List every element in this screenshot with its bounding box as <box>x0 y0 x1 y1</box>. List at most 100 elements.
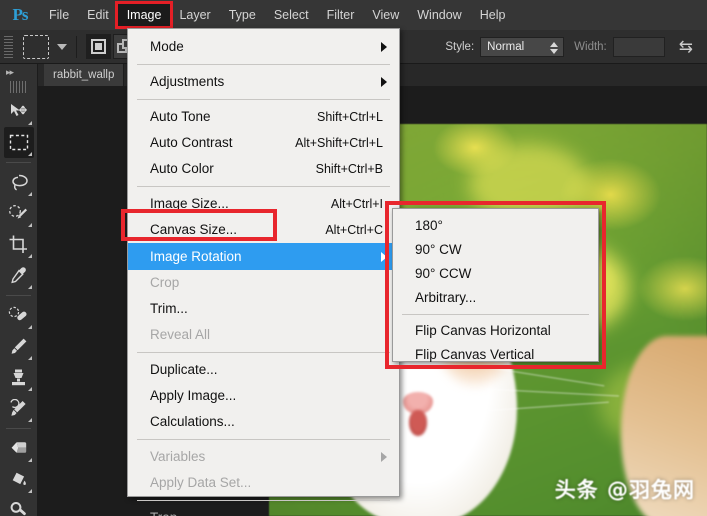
image-menu-item-separator <box>137 99 390 100</box>
history-brush-tool[interactable] <box>4 393 34 424</box>
tools-divider <box>6 428 31 429</box>
new-selection-button[interactable] <box>86 34 111 59</box>
menu-item-label: Canvas Size... <box>150 222 238 237</box>
submenu-arrow-icon <box>381 42 387 52</box>
menu-item-label: Mode <box>150 39 184 54</box>
watermark-text: 头条 @羽兔网 <box>554 478 695 502</box>
menu-item-label: Auto Contrast <box>150 135 233 150</box>
brush-tool[interactable] <box>4 331 34 362</box>
move-tool[interactable] <box>4 96 34 127</box>
rotation-item-flip-canvas-horizontal[interactable]: Flip Canvas Horizontal <box>393 319 598 343</box>
menu-file[interactable]: File <box>40 4 78 26</box>
image-menu-item-separator <box>137 500 390 501</box>
image-menu-item-auto-contrast[interactable]: Auto Contrast Alt+Shift+Ctrl+L <box>128 130 399 156</box>
eraser-tool[interactable] <box>4 433 34 464</box>
tools-divider <box>6 162 31 163</box>
spinner-icon <box>550 41 559 54</box>
rotation-item-arbitrary[interactable]: Arbitrary... <box>393 286 598 310</box>
menu-item-label: Trap... <box>150 505 189 516</box>
image-menu-item-canvas-size[interactable]: Canvas Size... Alt+Ctrl+C <box>128 217 399 243</box>
rotation-item-90-ccw[interactable]: 90° CCW <box>393 262 598 286</box>
menu-view[interactable]: View <box>363 4 408 26</box>
rectangular-marquee-tool[interactable] <box>3 127 34 158</box>
menu-item-label: Image Rotation <box>150 248 242 264</box>
rotation-item-90-cw[interactable]: 90° CW <box>393 238 598 262</box>
rabbit-mouth <box>409 410 427 436</box>
menu-type[interactable]: Type <box>220 4 265 26</box>
photoshop-logo: Ps <box>12 5 29 24</box>
menu-item-label: Variables <box>150 449 206 464</box>
menu-item-label: Auto Tone <box>150 109 211 124</box>
menu-edit[interactable]: Edit <box>78 4 118 26</box>
menu-window[interactable]: Window <box>408 4 470 26</box>
rotation-item-180[interactable]: 180° <box>393 214 598 238</box>
style-select-value: Normal <box>487 40 525 53</box>
image-menu-item-auto-color[interactable]: Auto Color Shift+Ctrl+B <box>128 156 399 182</box>
menu-item-label: Flip Canvas Vertical <box>415 347 535 362</box>
clone-stamp-tool[interactable] <box>4 362 34 393</box>
eyedropper-tool[interactable] <box>4 260 34 291</box>
menu-item-label: Trim... <box>150 301 188 316</box>
submenu-arrow-icon <box>381 77 387 87</box>
menu-item-label: Flip Canvas Horizontal <box>415 323 551 338</box>
tools-panel-grip[interactable] <box>9 81 28 93</box>
image-menu-item-trap: Trap... <box>128 505 399 516</box>
crop-tool[interactable] <box>4 229 34 260</box>
image-menu-item-auto-tone[interactable]: Auto Tone Shift+Ctrl+L <box>128 104 399 130</box>
image-menu-item-crop: Crop <box>128 270 399 296</box>
spot-healing-brush-tool[interactable] <box>4 300 34 331</box>
menu-item-shortcut: Shift+Ctrl+B <box>315 162 383 176</box>
image-menu-item-image-rotation[interactable]: Image Rotation <box>128 243 399 270</box>
collapse-panel-icon[interactable]: ▸▸ <box>0 64 37 80</box>
image-menu-item-separator <box>137 64 390 65</box>
width-label: Width: <box>574 40 607 53</box>
menu-bar: Ps File Edit Image Layer Type Select Filter Vie… <box>0 0 707 30</box>
menu-item-label: Calculations... <box>150 414 235 429</box>
image-rotation-submenu: 180° 90° CW 90° CCW Arbitrary... Flip Canvas… <box>392 208 599 362</box>
image-menu-item-calculations[interactable]: Calculations... <box>128 409 399 435</box>
options-bar-grip[interactable] <box>4 35 13 58</box>
image-menu-item-image-size[interactable]: Image Size... Alt+Ctrl+I <box>128 191 399 217</box>
image-menu-item-apply-data-set: Apply Data Set... <box>128 470 399 496</box>
menu-layer[interactable]: Layer <box>170 4 219 26</box>
menu-item-shortcut: Shift+Ctrl+L <box>316 110 383 124</box>
rotation-item-flip-canvas-vertical[interactable]: Flip Canvas Vertical <box>393 343 598 367</box>
width-input[interactable] <box>612 36 665 57</box>
submenu-arrow-icon <box>381 452 387 462</box>
menu-item-label: 90° CCW <box>415 266 472 281</box>
image-menu-item-reveal-all: Reveal All <box>128 322 399 348</box>
menu-item-shortcut: Alt+Shift+Ctrl+L <box>295 136 383 150</box>
document-tab[interactable]: rabbit_wallp <box>44 64 125 86</box>
style-select[interactable]: Normal <box>480 36 565 57</box>
image-menu-item-separator <box>137 186 390 187</box>
paint-bucket-tool[interactable] <box>4 464 34 495</box>
menu-select[interactable]: Select <box>265 4 318 26</box>
submenu-arrow-icon <box>381 251 387 262</box>
image-menu-item-duplicate[interactable]: Duplicate... <box>128 357 399 383</box>
divider <box>76 35 77 58</box>
menu-item-shortcut: Alt+Ctrl+C <box>325 223 383 237</box>
lasso-tool[interactable] <box>4 167 34 198</box>
menu-filter[interactable]: Filter <box>318 4 364 26</box>
rotation-item-separator <box>402 314 589 315</box>
menu-item-label: Arbitrary... <box>415 290 477 305</box>
chevron-down-icon[interactable] <box>57 43 67 50</box>
menu-image[interactable]: Image <box>114 1 174 29</box>
image-menu-item-apply-image[interactable]: Apply Image... <box>128 383 399 409</box>
new-selection-icon <box>91 39 106 54</box>
dodge-tool[interactable] <box>4 495 34 516</box>
quick-selection-tool[interactable] <box>4 198 34 229</box>
photoshop-window: Ps File Edit Image Layer Type Select Filter Vie… <box>0 0 707 516</box>
image-menu-dropdown: Mode Adjustments Auto Tone Shift+Ctrl+L Auto… <box>127 28 400 516</box>
style-label: Style: <box>445 40 475 53</box>
menu-help[interactable]: Help <box>471 4 515 26</box>
image-menu-item-adjustments[interactable]: Adjustments <box>128 69 399 95</box>
menu-item-shortcut: Alt+Ctrl+I <box>330 197 383 211</box>
image-menu-item-mode[interactable]: Mode <box>128 34 399 60</box>
tools-divider <box>6 295 31 296</box>
image-menu-item-trim[interactable]: Trim... <box>128 296 399 322</box>
menu-item-label: 180° <box>415 218 443 233</box>
image-menu-item-separator <box>137 439 390 440</box>
marquee-tool-preset-icon[interactable] <box>23 34 49 59</box>
swap-width-height-icon[interactable]: ⇆ <box>679 38 693 55</box>
